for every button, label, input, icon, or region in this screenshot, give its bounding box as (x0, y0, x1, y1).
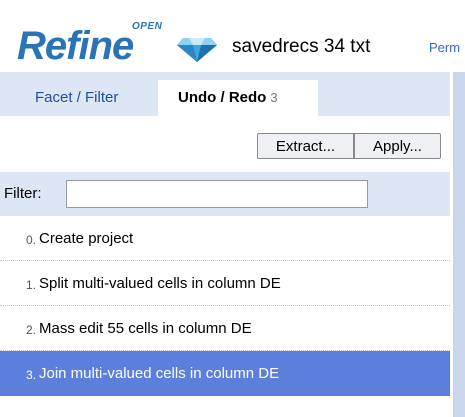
extract-button[interactable]: Extract... (257, 133, 354, 159)
right-panel-edge (453, 72, 465, 417)
tab-undo-redo[interactable]: Undo / Redo 3 (158, 80, 318, 118)
logo-wordmark: Refine (17, 24, 134, 68)
apply-button[interactable]: Apply... (354, 133, 441, 159)
history-item-label: Mass edit 55 cells in column DE (39, 320, 252, 337)
history-item-index: 1. (26, 278, 37, 292)
tab-facet-filter-label: Facet / Filter (35, 89, 119, 106)
app-header: Refine OPEN savedrecs 34 txt Perm (0, 0, 465, 72)
project-name[interactable]: savedrecs 34 txt (232, 36, 370, 58)
tab-undo-redo-label: Undo / Redo (178, 89, 267, 106)
filter-row: Filter: (0, 172, 450, 216)
history-item-index: 3. (26, 368, 37, 382)
history-item-join-cells[interactable]: 3. Join multi-valued cells in column DE (0, 351, 450, 396)
history-item-split-cells[interactable]: 1. Split multi-valued cells in column DE (0, 261, 450, 306)
history-item-index: 0. (26, 233, 37, 247)
history-item-label: Create project (39, 230, 134, 247)
history-item-create-project[interactable]: 0. Create project (0, 216, 450, 261)
tab-undo-redo-count: 3 (270, 90, 278, 105)
logo-superscript: OPEN (132, 21, 163, 32)
permalink-link[interactable]: Perm (429, 40, 460, 56)
history-list: 0. Create project 1. Split multi-valued … (0, 216, 450, 396)
tab-facet-filter[interactable]: Facet / Filter (16, 80, 156, 116)
history-item-mass-edit[interactable]: 2. Mass edit 55 cells in column DE (0, 306, 450, 351)
filter-input[interactable] (66, 180, 368, 208)
diamond-icon (177, 38, 217, 62)
history-item-index: 2. (26, 323, 37, 337)
openrefine-logo[interactable]: Refine OPEN (17, 22, 232, 70)
history-item-label: Split multi-valued cells in column DE (39, 275, 281, 292)
filter-label: Filter: (4, 185, 42, 202)
history-item-label: Join multi-valued cells in column DE (39, 365, 280, 382)
